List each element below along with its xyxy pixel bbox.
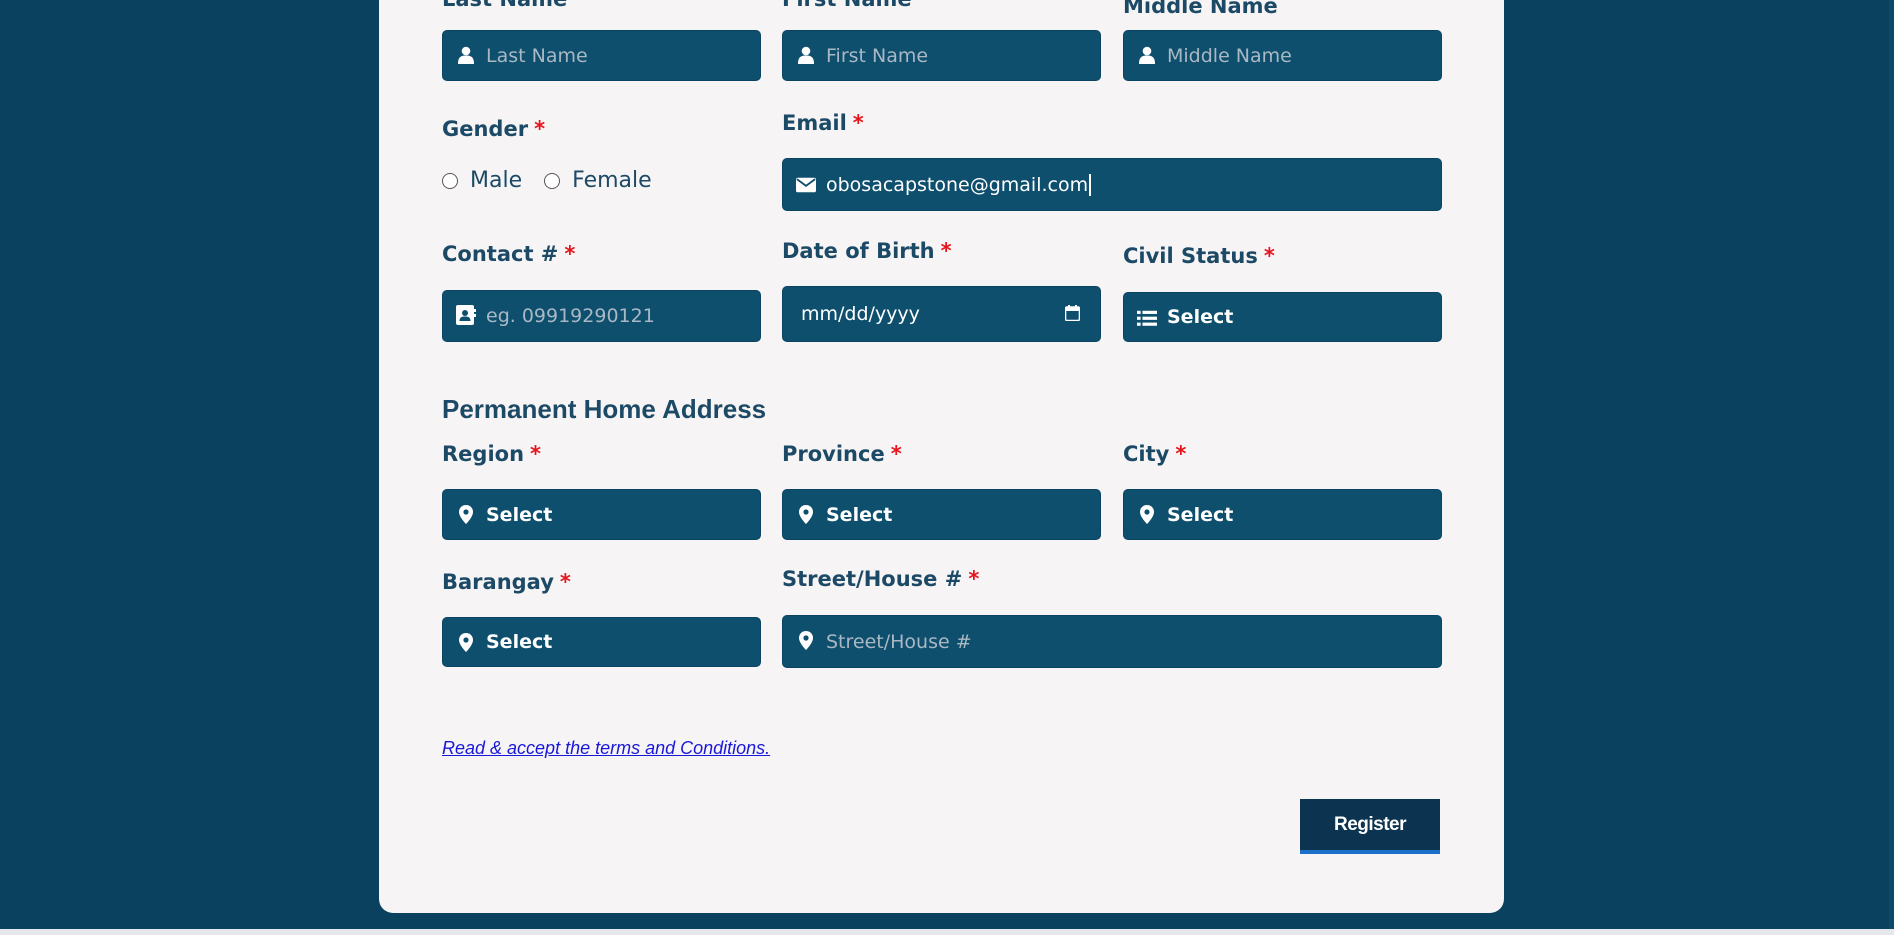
date-of-birth-label: Date of Birth * <box>782 239 952 263</box>
city-select[interactable]: Select <box>1123 489 1442 540</box>
email-label: Email * <box>782 111 864 135</box>
middle-name-placeholder: Middle Name <box>1167 44 1292 67</box>
user-icon <box>1137 44 1157 66</box>
gender-label: Gender * <box>442 117 546 141</box>
bottom-strip <box>0 929 1894 935</box>
contact-card-icon <box>456 304 476 326</box>
date-of-birth-placeholder: mm/dd/yyyy <box>801 303 920 325</box>
province-label: Province * <box>782 442 902 466</box>
region-label: Region * <box>442 442 542 466</box>
region-value: Select <box>486 503 553 526</box>
region-select[interactable]: Select <box>442 489 761 540</box>
female-radio[interactable] <box>544 172 561 189</box>
gender-male-option[interactable]: Male <box>442 168 522 193</box>
barangay-select[interactable]: Select <box>442 617 761 667</box>
last-name-label: Last Name* <box>442 0 584 11</box>
barangay-value: Select <box>486 631 553 653</box>
envelope-icon <box>796 174 816 196</box>
user-icon <box>796 44 816 66</box>
registration-form-card <box>379 0 1504 913</box>
civil-status-value: Select <box>1167 306 1234 328</box>
window-scrollbar[interactable] <box>1889 0 1894 935</box>
contact-placeholder: eg. 09919290121 <box>486 305 655 327</box>
gender-female-option[interactable]: Female <box>544 168 652 193</box>
first-name-placeholder: First Name <box>826 44 929 67</box>
permanent-address-heading: Permanent Home Address <box>442 394 767 424</box>
map-marker-icon <box>1137 503 1157 525</box>
male-radio-label: Male <box>470 168 523 193</box>
first-name-label: First Name* <box>782 0 929 11</box>
contact-label: Contact # * <box>442 242 576 266</box>
email-value: obosacapstone@gmail.com <box>826 159 1092 210</box>
street-label: Street/House # * <box>782 567 980 591</box>
register-button[interactable]: Register <box>1300 799 1440 854</box>
last-name-placeholder: Last Name <box>486 44 588 67</box>
city-label: City * <box>1123 442 1187 466</box>
gender-radio-group: Male Female <box>442 168 674 193</box>
last-name-field[interactable]: Last Name <box>442 30 761 81</box>
street-field[interactable]: Street/House # <box>782 615 1442 668</box>
middle-name-field[interactable]: Middle Name <box>1123 30 1442 81</box>
contact-field[interactable]: eg. 09919290121 <box>442 290 761 342</box>
email-field[interactable]: obosacapstone@gmail.com <box>782 158 1442 211</box>
calendar-icon[interactable] <box>1064 305 1081 325</box>
list-icon <box>1137 307 1157 329</box>
map-marker-icon <box>796 503 816 525</box>
user-icon <box>456 44 476 66</box>
map-marker-icon <box>456 631 476 653</box>
street-placeholder: Street/House # <box>826 630 972 653</box>
male-radio[interactable] <box>442 172 458 189</box>
terms-and-conditions-link[interactable]: Read & accept the terms and Conditions. <box>442 738 770 759</box>
barangay-label: Barangay * <box>442 570 571 594</box>
middle-name-label: Middle Name <box>1123 0 1278 18</box>
first-name-field[interactable]: First Name <box>782 30 1101 81</box>
civil-status-select[interactable]: Select <box>1123 292 1442 342</box>
map-marker-icon <box>456 503 476 525</box>
date-of-birth-field[interactable]: mm/dd/yyyy <box>782 286 1101 342</box>
female-radio-label: Female <box>572 168 652 193</box>
civil-status-label: Civil Status * <box>1123 244 1275 268</box>
city-value: Select <box>1167 503 1234 526</box>
province-value: Select <box>826 503 893 526</box>
text-cursor <box>1089 173 1092 196</box>
map-marker-icon <box>796 629 816 651</box>
province-select[interactable]: Select <box>782 489 1101 540</box>
